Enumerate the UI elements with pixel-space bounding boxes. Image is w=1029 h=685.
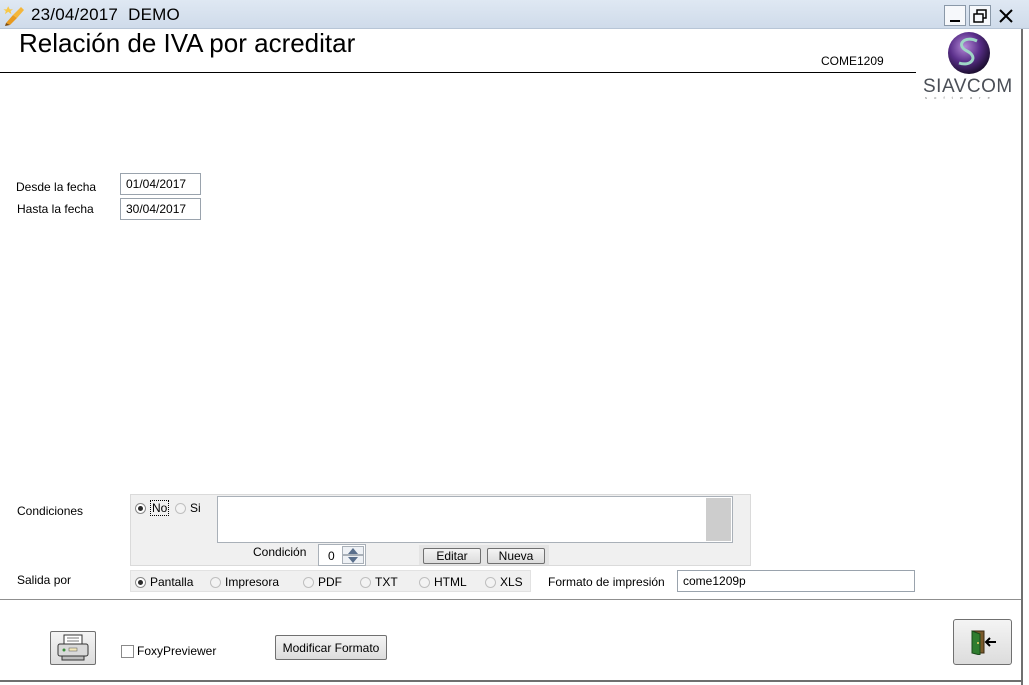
radio-empty-icon	[485, 576, 496, 588]
output-option-label: HTML	[434, 575, 467, 589]
condition-label: Condición	[253, 545, 307, 559]
output-radio-xls[interactable]: XLS	[485, 575, 523, 589]
window-company: DEMO	[128, 5, 180, 24]
window-right-border	[1021, 29, 1023, 685]
output-option-label: TXT	[375, 575, 398, 589]
foxy-previewer-checkbox[interactable]: FoxyPreviewer	[121, 644, 216, 658]
textarea-scrollbar[interactable]	[706, 498, 731, 541]
from-date-input[interactable]: 01/04/2017	[120, 173, 201, 195]
output-radio-impresora[interactable]: Impresora	[210, 575, 279, 589]
output-radio-pdf[interactable]: PDF	[303, 575, 342, 589]
logo-emblem-icon	[948, 32, 990, 74]
to-date-input[interactable]: 30/04/2017	[120, 198, 201, 220]
printer-icon	[57, 634, 89, 661]
window-date: 23/04/2017	[31, 5, 119, 24]
output-radio-html[interactable]: HTML	[419, 575, 467, 589]
page-title: Relación de IVA por acreditar	[19, 28, 356, 58]
radio-no-label: No	[150, 500, 170, 516]
minimize-button[interactable]	[944, 5, 966, 26]
radio-empty-icon	[175, 502, 186, 514]
conditions-label: Condiciones	[17, 504, 84, 518]
print-format-input[interactable]: come1209p	[677, 570, 915, 592]
radio-dot-icon	[135, 576, 146, 588]
close-icon	[999, 8, 1013, 23]
close-button[interactable]	[995, 5, 1017, 26]
checkbox-box	[121, 644, 134, 658]
exit-door-icon	[971, 630, 996, 655]
window-bottom-border	[0, 680, 1023, 682]
window-title: 23/04/2017 DEMO	[31, 5, 180, 25]
output-label: Salida por	[17, 573, 72, 587]
print-format-label: Formato de impresión	[548, 575, 665, 589]
radio-empty-icon	[303, 576, 314, 588]
restore-button[interactable]	[969, 5, 991, 26]
foxy-previewer-label: FoxyPreviewer	[137, 644, 217, 658]
output-option-label: XLS	[500, 575, 523, 589]
radio-empty-icon	[360, 576, 371, 588]
edit-condition-button[interactable]: Editar	[423, 548, 481, 564]
conditions-radio-no[interactable]: No	[135, 500, 170, 516]
from-date-label: Desde la fecha	[16, 180, 97, 194]
output-radio-pantalla[interactable]: Pantalla	[135, 575, 193, 589]
print-button[interactable]	[50, 631, 96, 665]
logo-subtext: s o f t w a r e	[925, 95, 993, 100]
conditions-radio-si[interactable]: Si	[175, 501, 201, 515]
chevron-up-icon	[348, 547, 358, 554]
footer-divider	[0, 599, 1022, 600]
chevron-down-icon	[348, 556, 358, 563]
spin-up-button[interactable]	[342, 546, 364, 555]
app-pencil-icon	[3, 4, 27, 26]
modify-format-button[interactable]: Modificar Formato	[275, 635, 387, 660]
to-date-label: Hasta la fecha	[17, 202, 94, 216]
radio-si-label: Si	[190, 501, 201, 515]
window-titlebar: 23/04/2017 DEMO	[0, 0, 1029, 29]
minimize-icon	[950, 19, 960, 22]
radio-dot-icon	[135, 502, 146, 514]
output-option-label: Impresora	[225, 575, 280, 589]
exit-button[interactable]	[953, 619, 1012, 665]
new-condition-button[interactable]: Nueva	[487, 548, 545, 564]
radio-empty-icon	[419, 576, 430, 588]
form-code: COME1209	[821, 54, 884, 68]
output-option-label: PDF	[318, 575, 342, 589]
conditions-textarea[interactable]	[217, 496, 733, 543]
output-option-label: Pantalla	[150, 575, 194, 589]
condition-spinner[interactable]: 0	[318, 544, 366, 566]
condition-value: 0	[328, 549, 335, 563]
radio-empty-icon	[210, 576, 221, 588]
restore-icon	[973, 8, 987, 23]
title-divider	[0, 72, 916, 73]
output-radio-txt[interactable]: TXT	[360, 575, 398, 589]
spin-down-button[interactable]	[342, 555, 364, 564]
